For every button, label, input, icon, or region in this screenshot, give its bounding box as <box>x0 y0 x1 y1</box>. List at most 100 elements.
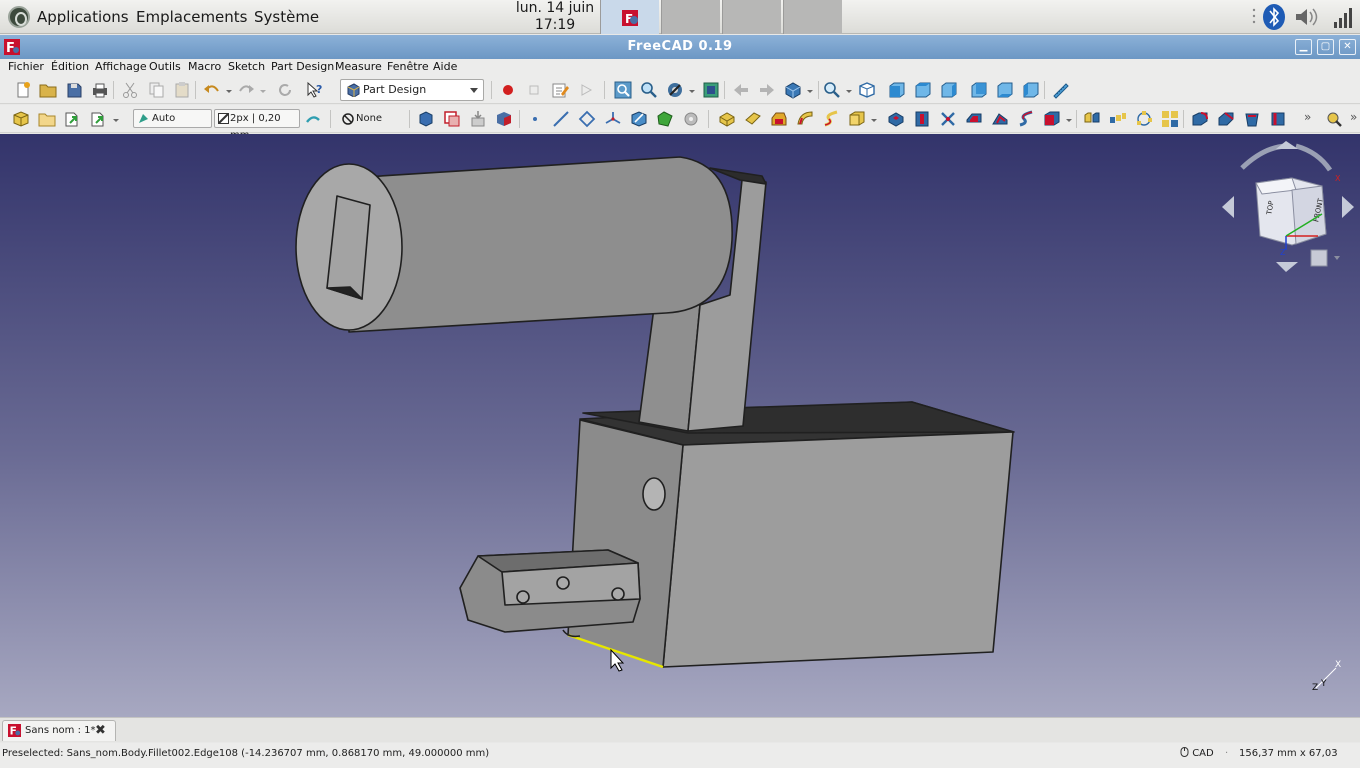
datum-point-icon[interactable] <box>526 110 544 128</box>
view-bottom-icon[interactable] <box>996 81 1014 99</box>
make-sub-link-icon[interactable] <box>90 110 108 128</box>
view-front-icon[interactable] <box>888 81 906 99</box>
shape-binder-icon[interactable] <box>469 110 487 128</box>
thickness-icon[interactable] <box>1269 110 1287 128</box>
pocket-icon[interactable] <box>887 110 905 128</box>
validate-sketch-icon[interactable] <box>656 110 674 128</box>
3d-model[interactable] <box>295 156 1015 669</box>
pad-icon[interactable] <box>718 110 736 128</box>
subtractive-pipe-icon[interactable] <box>991 110 1009 128</box>
menu-fichier[interactable]: Fichier <box>8 59 44 76</box>
snap-mode-field[interactable]: None <box>338 109 382 129</box>
window-titlebar[interactable]: F FreeCAD 0.19 ▁ ▢ ✕ <box>0 35 1360 59</box>
toolbar-overflow-2-icon[interactable]: » <box>1350 110 1357 124</box>
refresh-icon[interactable] <box>276 81 294 99</box>
subtractive-box-icon[interactable] <box>1043 110 1061 128</box>
taskbar-freecad-button[interactable]: F <box>600 0 659 34</box>
draw-style-dropdown-icon[interactable] <box>688 81 696 99</box>
menu-part-design[interactable]: Part Design <box>271 59 334 76</box>
view-forward-icon[interactable] <box>758 81 776 99</box>
link-dropdown-icon[interactable] <box>112 110 120 128</box>
subtractive-primitive-dropdown-icon[interactable] <box>1065 110 1073 128</box>
macro-execute-icon[interactable] <box>577 81 595 99</box>
whats-this-help-icon[interactable]: ? <box>306 81 324 99</box>
line-width-field[interactable]: 2px | 0,20 mm <box>214 109 300 141</box>
close-button[interactable]: ✕ <box>1339 39 1356 55</box>
menu-measure[interactable]: Measure <box>335 59 382 76</box>
distro-logo-icon[interactable] <box>8 6 30 28</box>
new-document-icon[interactable] <box>14 81 32 99</box>
clone-icon[interactable] <box>443 110 461 128</box>
additive-primitive-dropdown-icon[interactable] <box>870 110 878 128</box>
navigation-style-button[interactable]: CAD <box>1180 743 1214 765</box>
tab-close-icon[interactable]: ✖ <box>95 721 106 740</box>
open-folder-icon[interactable] <box>39 81 57 99</box>
fillet-icon[interactable] <box>1191 110 1209 128</box>
multi-transform-icon[interactable] <box>1161 110 1179 128</box>
linear-pattern-icon[interactable] <box>1109 110 1127 128</box>
workspace-4[interactable] <box>783 0 842 34</box>
menu-macro[interactable]: Macro <box>188 59 221 76</box>
polar-pattern-icon[interactable] <box>1135 110 1153 128</box>
workspace-2[interactable] <box>661 0 720 34</box>
cut-icon[interactable] <box>121 81 139 99</box>
hole-icon[interactable] <box>913 110 931 128</box>
datum-line-icon[interactable] <box>552 110 570 128</box>
subtractive-loft-icon[interactable] <box>965 110 983 128</box>
print-icon[interactable] <box>91 81 109 99</box>
minimize-button[interactable]: ▁ <box>1295 39 1312 55</box>
datum-plane-icon[interactable] <box>578 110 596 128</box>
view-axonometric-icon[interactable] <box>858 81 876 99</box>
menu-aide[interactable]: Aide <box>433 59 457 76</box>
clock[interactable]: lun. 14 juin 17:19 <box>505 0 605 34</box>
additive-helix-icon[interactable] <box>822 110 840 128</box>
draw-style-icon[interactable] <box>666 81 684 99</box>
isometric-view-icon[interactable] <box>784 81 802 99</box>
menu-outils[interactable]: Outils <box>149 59 181 76</box>
fit-selection-icon[interactable] <box>640 81 658 99</box>
workbench-selector[interactable]: Part Design <box>340 79 484 101</box>
menu-affichage[interactable]: Affichage <box>95 59 147 76</box>
additive-box-icon[interactable] <box>848 110 866 128</box>
view-right-icon[interactable] <box>940 81 958 99</box>
macro-stop-icon[interactable] <box>525 81 543 99</box>
places-menu[interactable]: Emplacements <box>136 0 248 34</box>
attach-sketch-icon[interactable] <box>682 110 700 128</box>
create-body-icon[interactable] <box>12 110 30 128</box>
macro-record-icon[interactable] <box>499 81 517 99</box>
mirrored-icon[interactable] <box>1083 110 1101 128</box>
additive-loft-icon[interactable] <box>770 110 788 128</box>
subtractive-helix-icon[interactable] <box>1017 110 1035 128</box>
revolution-icon[interactable] <box>744 110 762 128</box>
system-menu[interactable]: Système <box>254 0 319 34</box>
zoom-dropdown-icon[interactable] <box>845 81 853 99</box>
redo-dropdown-icon[interactable] <box>259 81 267 99</box>
view-top-icon[interactable] <box>914 81 932 99</box>
navigation-cube[interactable]: TOP FRONT X Z <box>1222 141 1354 272</box>
snap-lock-icon[interactable] <box>304 110 322 128</box>
tab-sans-nom[interactable]: F Sans nom : 1* ✖ <box>2 720 116 741</box>
copy-icon[interactable] <box>147 81 165 99</box>
menu-sketch[interactable]: Sketch <box>228 59 265 76</box>
chamfer-icon[interactable] <box>1217 110 1235 128</box>
draft-icon[interactable] <box>1243 110 1261 128</box>
create-part-icon[interactable] <box>38 110 56 128</box>
undo-icon[interactable] <box>203 81 221 99</box>
3d-viewport[interactable]: TOP FRONT X Z X Y Z <box>0 134 1360 717</box>
workspace-3[interactable] <box>722 0 781 34</box>
menu-fenetre[interactable]: Fenêtre <box>387 59 429 76</box>
undo-dropdown-icon[interactable] <box>225 81 233 99</box>
additive-pipe-icon[interactable] <box>796 110 814 128</box>
macro-edit-icon[interactable] <box>551 81 569 99</box>
create-sketch-icon[interactable] <box>630 110 648 128</box>
view-left-icon[interactable] <box>1022 81 1040 99</box>
save-icon[interactable] <box>65 81 83 99</box>
sub-shape-binder-icon[interactable] <box>495 110 513 128</box>
sprocket-check-icon[interactable] <box>1325 110 1343 128</box>
views-dropdown-icon[interactable] <box>806 81 814 99</box>
zoom-icon[interactable] <box>823 81 841 99</box>
groove-icon[interactable] <box>939 110 957 128</box>
measure-distance-icon[interactable] <box>1051 81 1069 99</box>
local-coordinate-system-icon[interactable] <box>604 110 622 128</box>
draw-style-field[interactable]: Auto <box>133 109 212 128</box>
